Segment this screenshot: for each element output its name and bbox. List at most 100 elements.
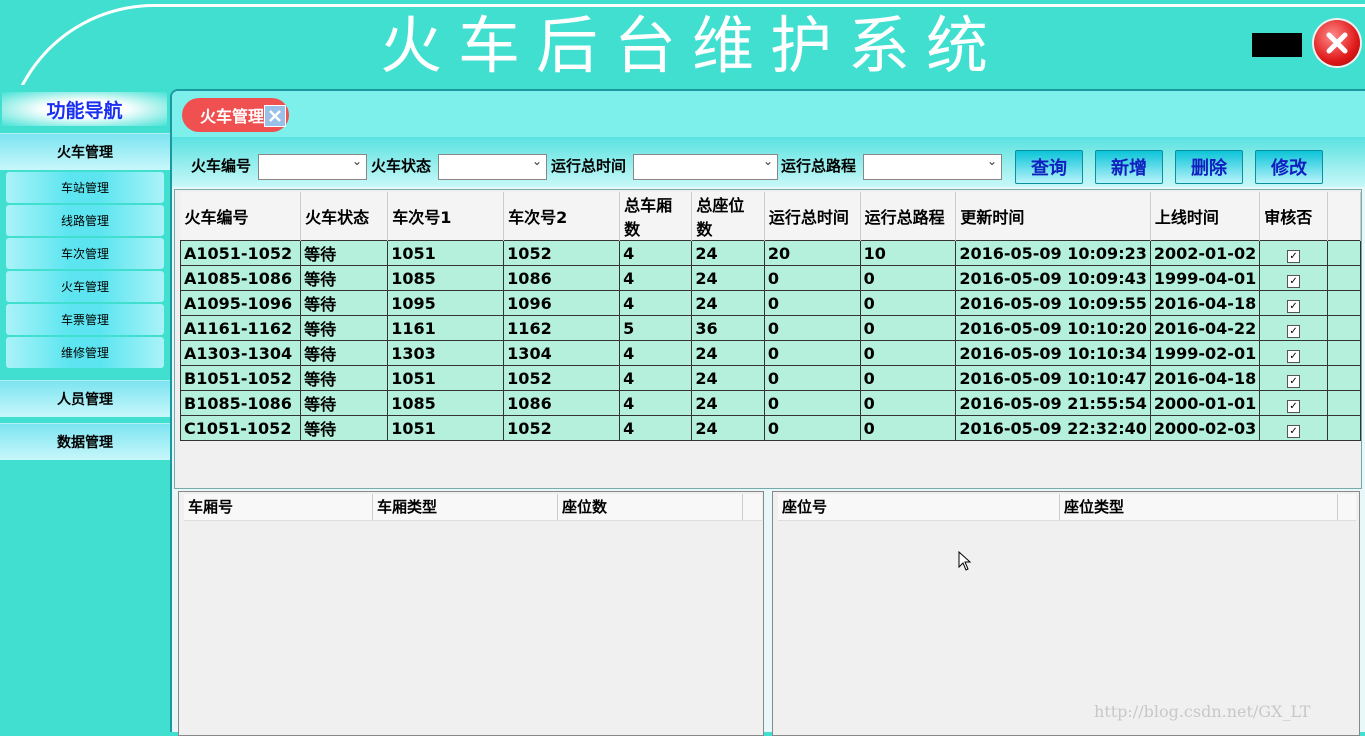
distance-select[interactable] [863,154,1002,180]
delete-button[interactable]: 删除 [1175,150,1243,184]
approved-checkbox[interactable]: ✓ [1287,249,1301,263]
table-cell: 1086 [503,390,621,416]
column-header[interactable]: 总车厢数 [619,192,693,241]
column-header[interactable]: 运行总路程 [860,192,957,241]
approved-checkbox-cell[interactable]: ✓ [1259,240,1328,266]
table-cell: 2000-02-03 [1149,415,1261,441]
column-header[interactable]: 车厢类型 [373,494,558,520]
table-cell: 2016-05-09 10:10:47 [955,365,1151,391]
column-header[interactable]: 座位数 [558,494,743,520]
menu-group-staff[interactable]: 人员管理 [0,380,170,417]
run-time-select[interactable] [633,154,778,180]
train-id-select[interactable] [258,154,367,180]
approved-checkbox[interactable]: ✓ [1287,274,1301,288]
sidebar-item-trip[interactable]: 车次管理 [6,238,164,269]
column-header[interactable]: 车厢号 [184,494,373,520]
sidebar-item-station[interactable]: 车站管理 [6,172,164,203]
approved-checkbox[interactable]: ✓ [1287,424,1301,438]
edit-button[interactable]: 修改 [1255,150,1323,184]
table-row[interactable]: C1051-1052 等待 1051 1052 4 24 0 0 2016-05-09 22:3… [179,415,1362,441]
column-header[interactable]: 车次号2 [503,192,621,241]
table-row[interactable]: A1161-1162 等待 1161 1162 5 36 0 0 2016-05-09 10:1… [179,315,1362,341]
column-header[interactable]: 运行总时间 [764,192,861,241]
table-cell: 1161 [387,315,505,341]
table-cell: 24 [691,240,765,266]
table-cell: 1085 [387,390,505,416]
watermark: http://blog.csdn.net/GX_LT [1094,702,1311,721]
tab-bar: 火车管理 [172,91,1365,137]
table-cell: 1162 [503,315,621,341]
table-row[interactable]: B1085-1086 等待 1085 1086 4 24 0 0 2016-05-09 21:5… [179,390,1362,416]
column-header[interactable]: 火车编号 [180,192,302,241]
row-filler [1326,390,1362,416]
table-cell: 1303 [387,340,505,366]
column-header[interactable]: 总座位数 [691,192,765,241]
tab-train-management[interactable]: 火车管理 [182,98,289,132]
table-cell: B1051-1052 [179,365,302,391]
table-cell: 5 [619,315,693,341]
table-row[interactable]: A1303-1304 等待 1303 1304 4 24 0 0 2016-05-09 10:1… [179,340,1362,366]
close-button[interactable] [1314,20,1360,66]
table-cell: 2016-04-18 [1149,365,1261,391]
table-cell: 等待 [300,290,389,316]
approved-checkbox-cell[interactable]: ✓ [1259,365,1328,391]
table-cell: 1999-02-01 [1149,340,1261,366]
table-cell: 4 [619,240,693,266]
approved-checkbox-cell[interactable]: ✓ [1259,315,1328,341]
approved-checkbox[interactable]: ✓ [1287,374,1301,388]
approved-checkbox-cell[interactable]: ✓ [1259,265,1328,291]
sidebar-item-train[interactable]: 火车管理 [6,271,164,302]
column-header[interactable]: 上线时间 [1150,192,1261,241]
query-button[interactable]: 查询 [1015,150,1083,184]
row-filler [1326,315,1362,341]
sidebar-item-route[interactable]: 线路管理 [6,205,164,236]
column-header[interactable]: 审核否 [1259,192,1328,241]
column-header[interactable]: 座位号 [778,494,1060,520]
column-header[interactable]: 车次号1 [387,192,505,241]
add-button[interactable]: 新增 [1095,150,1163,184]
approved-checkbox-cell[interactable]: ✓ [1259,290,1328,316]
table-cell: 1999-04-01 [1149,265,1261,291]
minimize-button[interactable] [1252,33,1302,57]
menu-group-data[interactable]: 数据管理 [0,423,170,460]
row-filler [1326,265,1362,291]
train-table: 火车编号 火车状态 车次号1 车次号2 总车厢数 总座位数 运行总时间 运行总路… [179,192,1362,441]
column-header[interactable]: 火车状态 [300,192,389,241]
sidebar-item-ticket[interactable]: 车票管理 [6,304,164,335]
table-cell: 1052 [503,415,621,441]
table-cell: 24 [691,365,765,391]
table-cell: 4 [619,390,693,416]
table-cell: 1086 [503,265,621,291]
approved-checkbox[interactable]: ✓ [1287,299,1301,313]
table-cell: 2016-05-09 10:09:55 [955,290,1151,316]
approved-checkbox[interactable]: ✓ [1287,324,1301,338]
table-row[interactable]: B1051-1052 等待 1051 1052 4 24 0 0 2016-05-09 10:1… [179,365,1362,391]
column-header[interactable]: 座位类型 [1060,494,1338,520]
train-status-select[interactable] [438,154,547,180]
table-cell: 2002-01-02 [1149,240,1261,266]
table-cell: 2016-05-09 10:09:43 [955,265,1151,291]
table-cell: 10 [859,240,957,266]
table-cell: 等待 [300,340,389,366]
table-cell: 2016-04-22 [1149,315,1261,341]
close-icon [1326,32,1348,54]
table-row[interactable]: A1085-1086 等待 1085 1086 4 24 0 0 2016-05-09 10:0… [179,265,1362,291]
approved-checkbox[interactable]: ✓ [1287,399,1301,413]
seat-table-header: 座位号 座位类型 [778,494,1356,521]
menu-group-train[interactable]: 火车管理 [0,133,170,170]
approved-checkbox-cell[interactable]: ✓ [1259,415,1328,441]
approved-checkbox[interactable]: ✓ [1287,349,1301,363]
approved-checkbox-cell[interactable]: ✓ [1259,390,1328,416]
approved-checkbox-cell[interactable]: ✓ [1259,340,1328,366]
column-header[interactable]: 更新时间 [955,192,1151,241]
table-row[interactable]: A1095-1096 等待 1095 1096 4 24 0 0 2016-05-09 10:0… [179,290,1362,316]
table-row[interactable]: A1051-1052 等待 1051 1052 4 24 20 10 2016-05-09 10… [179,240,1362,266]
table-cell: 1051 [387,365,505,391]
table-cell: 2016-05-09 22:32:40 [955,415,1151,441]
table-cell: 0 [859,365,957,391]
tab-close-button[interactable] [264,105,286,127]
row-filler [1326,365,1362,391]
sidebar-item-maintenance[interactable]: 维修管理 [6,337,164,368]
table-cell: 等待 [300,315,389,341]
table-cell: 20 [763,240,861,266]
